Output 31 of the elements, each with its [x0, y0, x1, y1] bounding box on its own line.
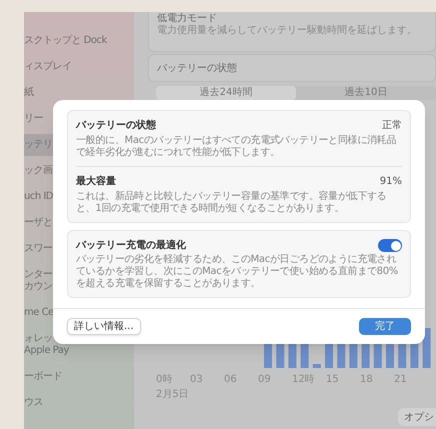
sidebar-item[interactable]: ーボード — [24, 366, 134, 388]
setting-value: 正常 — [382, 118, 402, 133]
axis-label: 09 — [258, 373, 272, 387]
toggle-switch[interactable] — [378, 239, 402, 252]
sidebar-item[interactable]: 紙 — [24, 82, 134, 104]
setting-description: 電力使用量を減らしてバッテリー駆動時間を延ばします。 — [157, 25, 418, 37]
axis-label: 03 — [190, 373, 204, 387]
setting-description: バッテリーの劣化を軽減するため、このMacが日ごろどのように充電されているかを学習し、次にこのMacをバッテリーで使い始める直前まで80%を超える充電を保留することがあります。 — [76, 254, 399, 290]
date-label: 2月5日 — [156, 388, 189, 402]
setting-description: 一般的に、Macのバッテリーはすべての充電式バッテリーと同様に消耗品で経年劣化が進むにつれて性能が低下します。 — [76, 135, 398, 159]
section-title: バッテリーの状態 — [157, 62, 237, 76]
axis-label: 21 — [394, 373, 408, 387]
setting-description: これは、新品時と比較したバッテリー容量の基準です。容量が低下すると、1回の充電で使用できる時間が短くなることがあります。 — [76, 191, 388, 215]
setting-value: 91% — [380, 175, 402, 189]
axis-label: 0時 — [156, 372, 174, 387]
setting-title: バッテリーの状態 — [76, 119, 157, 132]
options-button[interactable]: オプシ — [398, 408, 436, 426]
axis-label: 15 — [326, 373, 340, 387]
sidebar-item[interactable]: スクトップと Dock — [24, 30, 134, 52]
axis-label: 06 — [224, 373, 238, 387]
period-tab[interactable]: 過去24時間 — [156, 86, 296, 100]
more-info-button[interactable]: 詳しい情報... — [67, 318, 141, 335]
axis-label: 18 — [360, 373, 374, 387]
done-button[interactable]: 完了 — [359, 318, 411, 335]
sidebar-item[interactable]: ィスプレイ — [24, 56, 134, 78]
sidebar-item[interactable]: ウス — [24, 392, 134, 414]
setting-title: 低電力モード — [157, 13, 218, 24]
setting-title: 最大容量 — [76, 175, 117, 188]
period-tab[interactable]: 過去10日 — [296, 86, 436, 100]
axis-label: 12時 — [292, 372, 316, 387]
setting-title: バッテリー充電の最適化 — [76, 238, 187, 252]
